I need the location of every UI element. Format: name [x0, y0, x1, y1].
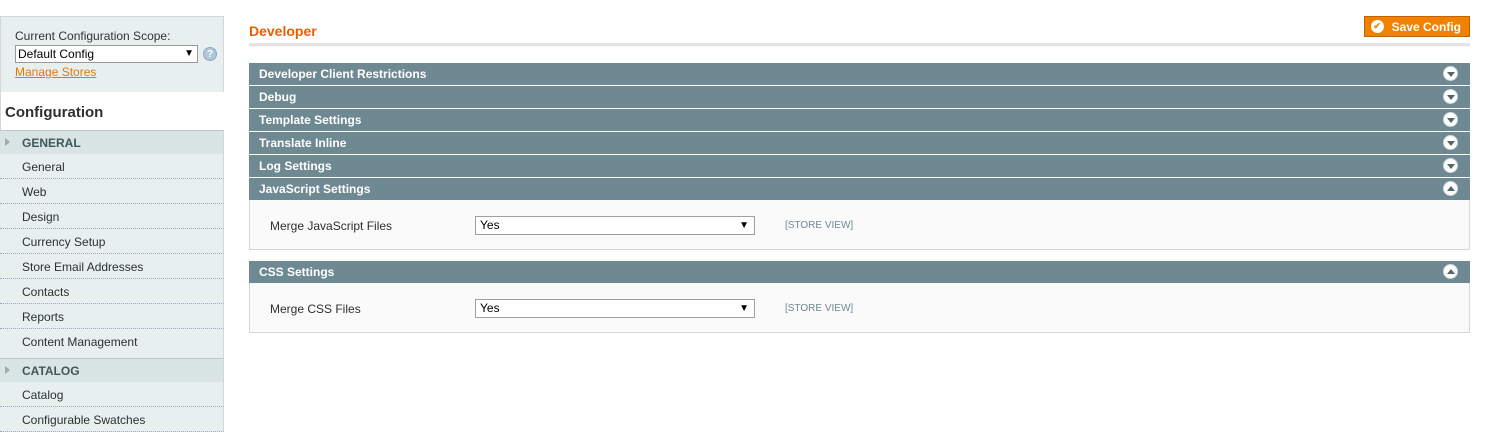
field-label: Merge JavaScript Files [270, 219, 393, 233]
chevron-down-icon: ▼ [739, 220, 749, 231]
configuration-title: Configuration [0, 92, 224, 130]
expand-icon[interactable] [1443, 158, 1458, 173]
section-body: Merge JavaScript Files Yes ▼ [STORE VIEW] [249, 200, 1470, 250]
field-select-value: Yes [480, 301, 500, 315]
nav-item[interactable]: Design [0, 204, 224, 229]
nav-group-header[interactable]: GENERAL [0, 130, 224, 154]
expand-icon[interactable] [1443, 66, 1458, 81]
field-select[interactable]: Yes ▼ [475, 216, 755, 235]
scope-label: Current Configuration Scope: [15, 29, 171, 43]
chevron-down-icon: ▼ [184, 48, 194, 59]
nav-item[interactable]: Configurable Swatches [0, 407, 224, 432]
nav-item[interactable]: Currency Setup [0, 229, 224, 254]
nav-group-label: GENERAL [22, 136, 81, 150]
config-nav: GENERAL General Web Design Currency Setup Sto… [0, 130, 224, 432]
triangle-right-icon [5, 366, 10, 374]
nav-item[interactable]: General [0, 154, 224, 179]
page-title: Developer [249, 23, 317, 39]
nav-group: GENERAL General Web Design Currency Setup Sto… [0, 130, 224, 358]
section-title: Log Settings [259, 159, 332, 173]
nav-group: CATALOG Catalog Configurable Swatches [0, 358, 224, 432]
config-sections: Developer Client Restrictions Debug Templa… [249, 63, 1470, 333]
expand-icon[interactable] [1443, 112, 1458, 127]
section-title: Template Settings [259, 113, 362, 127]
nav-item[interactable]: Reports [0, 304, 224, 329]
scope-select-value: Default Config [18, 47, 95, 61]
save-config-label: Save Config [1391, 19, 1461, 34]
section-header[interactable]: Translate Inline [249, 132, 1470, 154]
section-title: Translate Inline [259, 136, 347, 150]
field-select[interactable]: Yes ▼ [475, 299, 755, 318]
section-header[interactable]: Template Settings [249, 109, 1470, 131]
nav-group-label: CATALOG [22, 364, 80, 378]
title-divider [249, 43, 1470, 47]
nav-item[interactable]: Store Email Addresses [0, 254, 224, 279]
nav-item[interactable]: Content Management [0, 329, 224, 358]
section-title: Developer Client Restrictions [259, 67, 427, 81]
check-icon: ✔ [1370, 20, 1384, 33]
section-header[interactable]: Debug [249, 86, 1470, 108]
section-header[interactable]: Developer Client Restrictions [249, 63, 1470, 85]
nav-item[interactable]: Catalog [0, 382, 224, 407]
section-header[interactable]: JavaScript Settings [249, 178, 1470, 200]
field-scope: [STORE VIEW] [785, 303, 854, 314]
section-title: CSS Settings [259, 265, 335, 279]
section-title: Debug [259, 90, 297, 104]
expand-icon[interactable] [1443, 135, 1458, 150]
triangle-right-icon [5, 138, 10, 146]
help-icon[interactable]: ? [203, 47, 217, 61]
nav-item[interactable]: Contacts [0, 279, 224, 304]
collapse-icon[interactable] [1443, 264, 1458, 279]
scope-select[interactable]: Default Config ▼ [15, 45, 198, 63]
field-scope: [STORE VIEW] [785, 220, 854, 231]
save-config-button[interactable]: ✔ Save Config [1363, 16, 1470, 37]
scope-switcher: Current Configuration Scope: Default Con… [0, 16, 224, 92]
nav-group-header[interactable]: CATALOG [0, 358, 224, 382]
section-header[interactable]: Log Settings [249, 155, 1470, 177]
manage-stores-link[interactable]: Manage Stores [15, 65, 223, 79]
field-select-value: Yes [480, 218, 500, 232]
collapse-icon[interactable] [1443, 181, 1458, 196]
sidebar: Current Configuration Scope: Default Con… [0, 16, 224, 436]
section-title: JavaScript Settings [259, 182, 371, 196]
main-content: Developer ✔ Save Config Developer Client… [249, 16, 1470, 344]
nav-item[interactable]: Web [0, 179, 224, 204]
expand-icon[interactable] [1443, 89, 1458, 104]
chevron-down-icon: ▼ [739, 303, 749, 314]
field-label: Merge CSS Files [270, 302, 361, 316]
section-body: Merge CSS Files Yes ▼ [STORE VIEW] [249, 283, 1470, 333]
section-header[interactable]: CSS Settings [249, 261, 1470, 283]
